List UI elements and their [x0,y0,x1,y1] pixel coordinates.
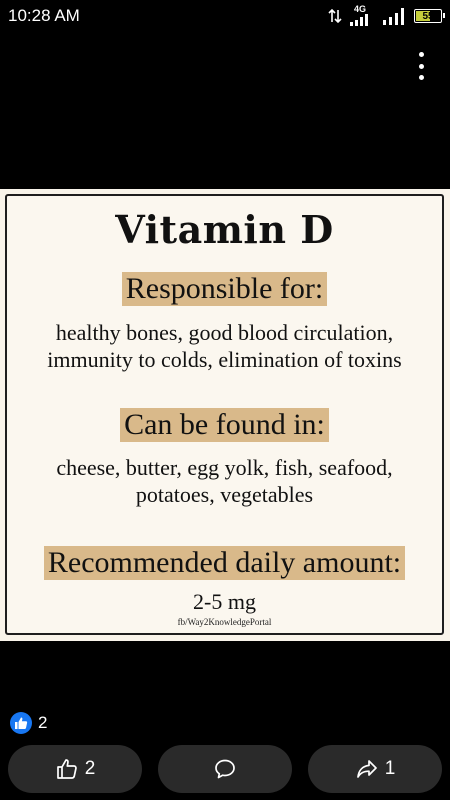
signal-strength-icon [383,8,404,25]
section-heading-label: Recommended daily amount: [43,546,406,580]
battery-icon: 55 [414,9,445,23]
section-heading-found-in: Can be found in: [7,408,442,442]
thumbs-up-icon [56,759,77,779]
section-text-daily-amount: 2-5 mg [193,589,256,614]
comment-icon [215,759,235,779]
share-count: 1 [384,758,396,779]
share-icon [356,760,377,778]
more-dot-icon [418,63,424,69]
more-dot-icon [418,52,424,57]
poster-credit: fb/Way2KnowledgePortal [177,617,272,627]
action-bar: 2 1 [8,745,442,793]
section-text-responsible: healthy bones, good blood circulation, i… [47,320,402,372]
reaction-summary[interactable]: 2 [10,712,47,734]
poster-frame: Vitamin D Responsible for: healthy bones… [5,194,444,635]
like-icon [10,712,32,734]
more-options-button[interactable] [414,52,428,80]
poster-title: Vitamin D [115,207,334,252]
section-heading-label: Responsible for: [121,272,328,306]
data-transfer-icon [328,8,342,24]
section-heading-responsible: Responsible for: [7,272,442,306]
cellular-signal-icon: 4G [348,4,376,26]
share-button[interactable]: 1 [308,745,442,793]
section-heading-label: Can be found in: [120,408,329,442]
more-dot-icon [418,75,424,80]
section-heading-daily-amount: Recommended daily amount: [7,546,442,580]
section-text-found-in: cheese, butter, egg yolk, fish, seafood,… [56,455,393,507]
like-button[interactable]: 2 [8,745,142,793]
reaction-count: 2 [38,713,48,732]
status-bar: 10:28 AM 4G 55 [0,0,450,32]
post-image[interactable]: Vitamin D Responsible for: healthy bones… [0,189,450,641]
status-time: 10:28 AM [8,6,80,25]
network-type-label: 4G [354,4,367,14]
like-count: 2 [84,758,96,779]
comment-button[interactable] [158,745,292,793]
battery-level: 55 [422,10,434,22]
status-icons: 4G 55 [328,4,445,27]
